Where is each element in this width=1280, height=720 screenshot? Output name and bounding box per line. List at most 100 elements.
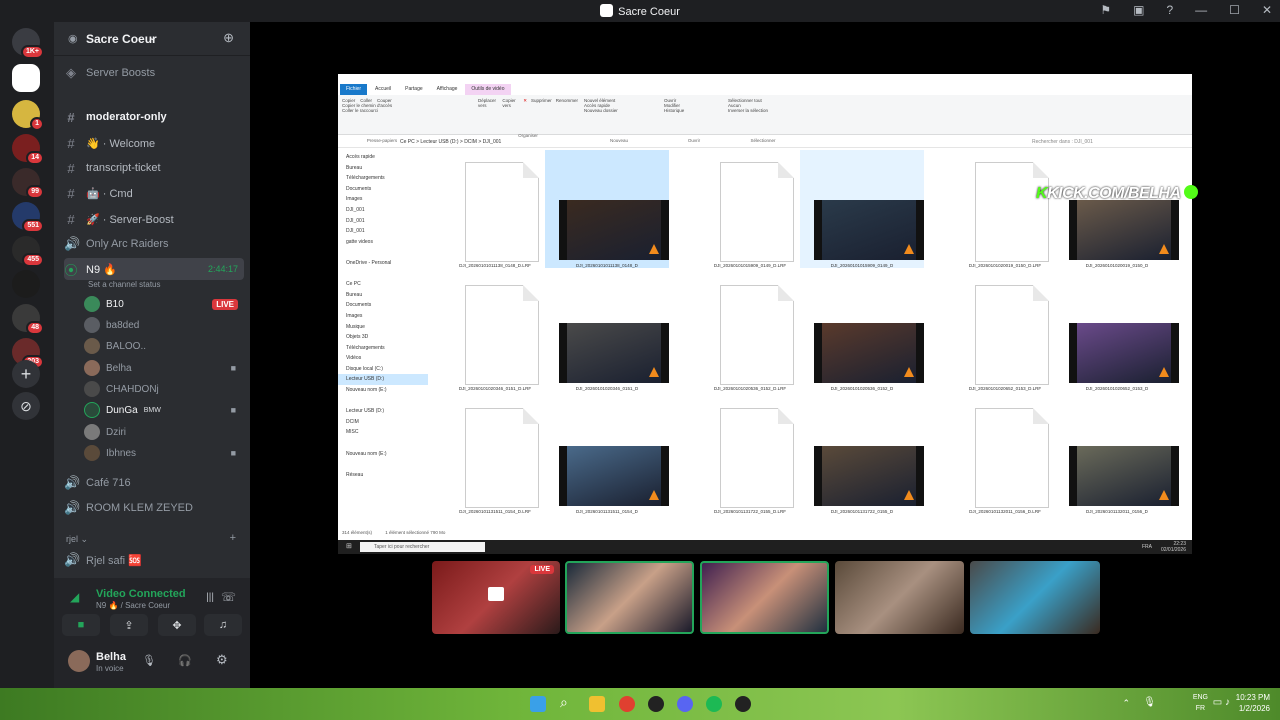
explore-icon[interactable]: ⊘	[12, 392, 40, 420]
category-header[interactable]: rjel ⌄	[66, 534, 88, 545]
channel-server-boost[interactable]: # 🚀 · Server-Boost	[64, 208, 244, 230]
nav-item[interactable]: Lecteur USB (D:)	[338, 374, 428, 386]
voice-user[interactable]: B10 LIVE	[84, 294, 244, 314]
nav-item[interactable]: OneDrive - Personal	[338, 258, 428, 269]
maximize-button[interactable]: ☐	[1229, 3, 1240, 17]
file-item[interactable]: DJI_20260101020346_0151_D	[545, 273, 669, 391]
file-item[interactable]: DJI_20260101131722_0155_D.LRF	[688, 396, 812, 514]
tab-affichage[interactable]: Affichage	[431, 84, 464, 95]
chrome-icon[interactable]	[619, 696, 635, 712]
file-explorer-window[interactable]: Fichier Accueil Partage Affichage Outils…	[338, 74, 1192, 554]
inbox-icon[interactable]: ⚑	[1100, 3, 1111, 17]
tab-partage[interactable]: Partage	[399, 84, 429, 95]
move-to-button[interactable]: Déplacer vers	[478, 98, 498, 108]
nav-item[interactable]: Documents	[338, 184, 428, 195]
nav-item[interactable]: Bureau	[338, 163, 428, 174]
channel-transcript-ticket[interactable]: # transcript-ticket	[64, 157, 244, 179]
guild-header[interactable]: ◉ Sacre Coeur ⌄ ⊕	[54, 22, 250, 56]
file-item[interactable]: DJI_20260101020652_0153_D.LRF	[943, 273, 1067, 391]
voice-user[interactable]: Belha ■	[84, 358, 244, 378]
delete-icon[interactable]: ✕	[523, 98, 527, 108]
video-tile[interactable]	[835, 561, 964, 634]
channel-cmd[interactable]: # 🤖 · Cmd	[64, 182, 244, 204]
nav-item[interactable]: Vidéos	[338, 353, 428, 364]
rename-button[interactable]: Renommer	[556, 98, 578, 108]
voice-channel-cafe[interactable]: 🔊 Café 716	[64, 472, 244, 494]
video-tile[interactable]	[565, 561, 694, 634]
close-button[interactable]: ✕	[1262, 3, 1272, 17]
server-icon[interactable]: 551	[12, 202, 44, 233]
server-icon[interactable]: 48	[12, 304, 44, 335]
file-explorer-icon[interactable]	[589, 696, 605, 712]
file-item[interactable]: DJI_20260101020536_0152_D	[800, 273, 924, 391]
address-path[interactable]: Ce PC > Lecteur USB (D:) > DCIM > DJI_00…	[400, 139, 501, 145]
obs-icon[interactable]	[735, 696, 751, 712]
file-item[interactable]: DJI_20260101020019_0150_D.LRF	[943, 150, 1067, 268]
help-icon[interactable]: ?	[1166, 3, 1173, 17]
file-item[interactable]: DJI_20260101015909_0149_D	[800, 150, 924, 268]
server-icon[interactable]: 99	[12, 168, 44, 199]
stream-tile-live[interactable]: LIVE	[432, 561, 560, 634]
noise-suppression-icon[interactable]: |||	[206, 592, 214, 603]
disconnect-icon[interactable]: ☏	[221, 590, 236, 604]
nav-item[interactable]: Documents	[338, 300, 428, 311]
nav-item[interactable]: gatte videos	[338, 237, 428, 248]
tab-outils-video[interactable]: Outils de vidéo	[465, 84, 511, 95]
server-icon[interactable]: 455	[12, 236, 44, 267]
history-button[interactable]: Historique	[664, 108, 724, 113]
nav-item[interactable]: Nouveau nom (E:)	[338, 449, 428, 460]
server-icon[interactable]	[12, 64, 40, 92]
voice-user[interactable]: Ibhnes ■	[84, 443, 244, 463]
search-input[interactable]: Rechercher dans : DJI_001	[1032, 139, 1182, 145]
file-item[interactable]: DJI_20260101132011_0156_D.LRF	[943, 396, 1067, 514]
file-item[interactable]: DJI_20260101131722_0155_D	[800, 396, 924, 514]
nav-item[interactable]: Bureau	[338, 290, 428, 301]
file-item[interactable]: DJI_20260101015909_0149_D.LRF	[688, 150, 812, 268]
video-tile[interactable]	[700, 561, 829, 634]
file-item[interactable]: DJI_20260101132011_0156_D	[1055, 396, 1179, 514]
voice-channel-n9[interactable]: ⦿ N9 🔥 2:44:17	[64, 258, 244, 280]
app-icon[interactable]	[648, 696, 664, 712]
nav-item[interactable]: Objets 3D	[338, 332, 428, 343]
nav-item[interactable]: Images	[338, 311, 428, 322]
spotify-icon[interactable]	[706, 696, 722, 712]
nav-item[interactable]: Accès rapide	[338, 152, 428, 163]
screen-share-button[interactable]: ⇪	[110, 614, 148, 636]
nav-item[interactable]: Lecteur USB (D:)	[338, 406, 428, 417]
avatar[interactable]	[68, 650, 90, 672]
file-item[interactable]: DJI_20260101020536_0152_D.LRF	[688, 273, 812, 391]
file-item[interactable]: DJI_20260101131511_0154_D	[545, 396, 669, 514]
microphone-icon[interactable]: 🎙	[1143, 697, 1156, 708]
add-member-icon[interactable]: ⊕	[223, 30, 234, 46]
server-boosts-item[interactable]: ◈ Server Boosts	[64, 62, 244, 84]
taskbar-search[interactable]: Taper ici pour rechercher	[360, 542, 485, 552]
server-icon[interactable]	[12, 270, 40, 298]
nav-item[interactable]: Réseau	[338, 470, 428, 481]
file-item[interactable]: DJI_20260101011138_0148_D	[545, 150, 669, 268]
nav-item[interactable]: Ce PC	[338, 279, 428, 290]
delete-button[interactable]: Supprimer	[531, 98, 552, 108]
nav-item[interactable]: MISC	[338, 427, 428, 438]
network-icon[interactable]: ▭ ♪	[1213, 697, 1230, 708]
video-tile[interactable]	[970, 561, 1100, 634]
start-icon[interactable]: ⊞	[346, 542, 352, 550]
tab-accueil[interactable]: Accueil	[369, 84, 397, 95]
discord-icon[interactable]	[677, 696, 693, 712]
address-bar[interactable]: Ce PC > Lecteur USB (D:) > DCIM > DJI_00…	[338, 137, 1192, 148]
nav-item[interactable]: DJI_001	[338, 226, 428, 237]
file-item[interactable]: DJI_20260101131511_0154_D.LRF	[433, 396, 557, 514]
voice-user[interactable]: CHAHDONj	[84, 379, 244, 399]
soundboard-button[interactable]: ♫	[204, 614, 242, 636]
invert-selection-button[interactable]: Inverser la sélection	[728, 108, 798, 113]
add-channel-icon[interactable]: +	[230, 532, 236, 544]
add-server-icon[interactable]: +	[12, 360, 40, 388]
nav-item[interactable]: DCIM	[338, 417, 428, 428]
activities-button[interactable]: ✥	[158, 614, 196, 636]
settings-gear-icon[interactable]: ⚙	[216, 652, 228, 668]
nav-item[interactable]: DJI_001	[338, 205, 428, 216]
server-icon[interactable]: 1	[12, 100, 44, 131]
new-folder-button[interactable]: Nouveau dossier	[584, 108, 654, 113]
search-icon[interactable]: ⌕	[560, 694, 576, 710]
voice-channel-rjel[interactable]: 🔊 Rjel safi 🆘	[64, 549, 244, 571]
voice-location[interactable]: N9 🔥 / Sacre Coeur	[96, 601, 170, 610]
